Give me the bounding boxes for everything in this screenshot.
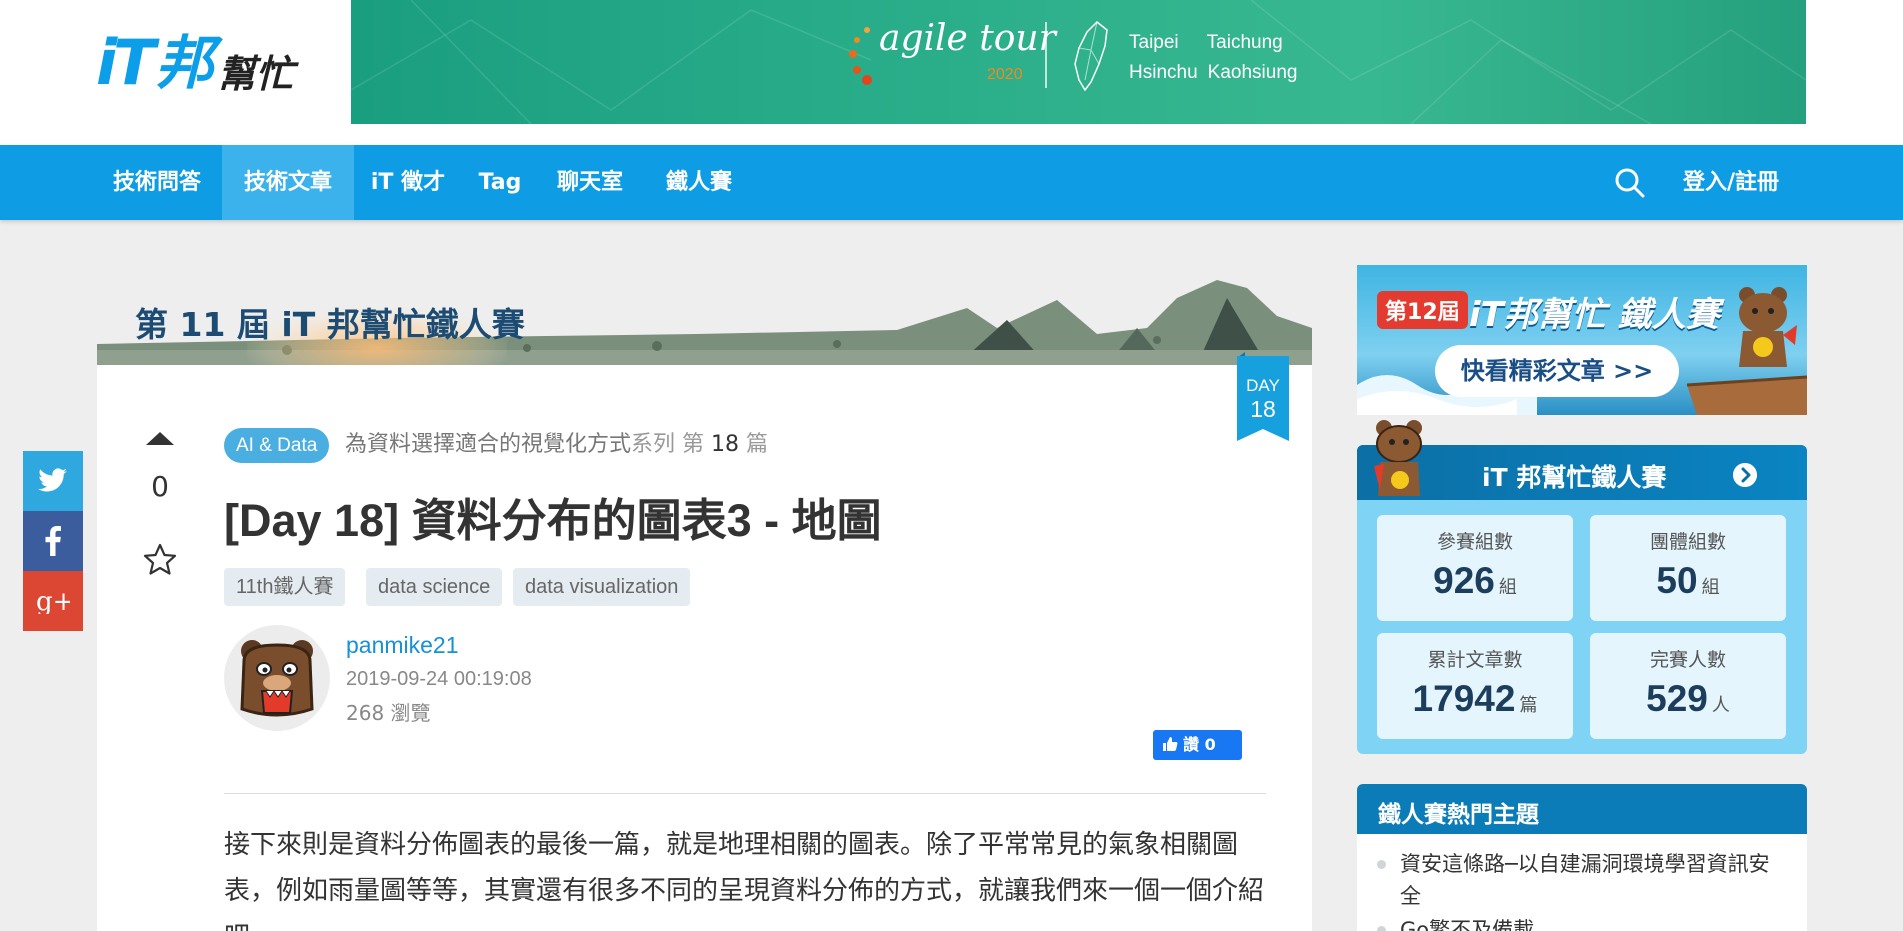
thumbs-up-icon	[1163, 737, 1178, 751]
banner-event-name: agile tour	[879, 18, 1056, 59]
bookmark-star-icon[interactable]	[143, 543, 177, 575]
taiwan-map-icon	[1074, 20, 1108, 92]
nav-item-chatroom[interactable]: 聊天室	[544, 145, 636, 220]
nav-item-qa[interactable]: 技術問答	[94, 145, 220, 220]
series-link[interactable]: 為資料選擇適合的視覺化方式	[345, 432, 631, 457]
ad-edition-number: 12	[1407, 300, 1438, 325]
day-badge: DAY 18	[1237, 356, 1289, 440]
episode-suffix: 篇	[746, 432, 769, 457]
upvote-arrow-icon[interactable]	[146, 432, 174, 445]
stat-value: 926	[1433, 560, 1495, 601]
nav-item-jobs[interactable]: iT 徵才	[356, 145, 460, 220]
like-label: 讚	[1183, 735, 1200, 754]
nav-item-ironman[interactable]: 鐵人賽	[652, 145, 746, 220]
hot-topic-item[interactable]: Go繁不及備載	[1400, 914, 1780, 931]
logo-it: iT	[96, 26, 156, 99]
nav-item-tag[interactable]: Tag	[460, 145, 540, 220]
banner-cities: Taipei Taichung Hsinchu Kaohsiung	[1129, 28, 1325, 88]
series-info: 為資料選擇適合的視覺化方式系列 第 18 篇	[345, 430, 768, 460]
series-word: 系列	[631, 432, 676, 457]
ad-title: iT邦幫忙 鐵人賽	[1469, 295, 1720, 335]
agile-tour-banner[interactable]: agile tour 2020 Taipei Taichung Hsinchu Ka…	[351, 0, 1806, 124]
stat-label: 團體組數	[1649, 531, 1726, 553]
search-icon[interactable]	[1614, 167, 1646, 199]
like-count: 0	[1204, 735, 1216, 754]
author-name-link[interactable]: panmike21	[346, 632, 459, 659]
twitter-share-button[interactable]	[23, 451, 83, 511]
twitter-icon	[38, 468, 67, 492]
facebook-like-button[interactable]: 讚 0	[1153, 730, 1242, 760]
tag-11th-ironman[interactable]: 11th鐵人賽	[224, 568, 346, 606]
logo-bang: 邦	[155, 29, 214, 97]
article-body: 接下來則是資料分佈圖表的最後一篇，就是地理相關的圖表。除了平常常見的氣象相關圖表…	[224, 830, 1265, 931]
facebook-icon	[45, 526, 61, 556]
ironman-panel-title[interactable]: iT 邦幫忙鐵人賽	[1482, 458, 1666, 494]
list-bullet	[1377, 926, 1386, 931]
stat-value: 50	[1656, 560, 1698, 601]
post-date: 2019-09-24 00:19:08	[346, 668, 532, 690]
stat-value: 529	[1646, 678, 1708, 719]
top-header: iT 邦 幫忙 agile tour 2020 Taipei Taichung …	[0, 0, 1903, 145]
facebook-share-button[interactable]	[23, 511, 83, 571]
site-logo[interactable]: iT 邦 幫忙	[96, 28, 326, 98]
episode-prefix: 第	[682, 432, 705, 457]
stat-unit: 人	[1711, 695, 1730, 716]
author-avatar[interactable]	[224, 625, 330, 731]
stat-value: 17942	[1412, 678, 1516, 719]
google-plus-icon: g+	[36, 588, 70, 614]
tag-data-visualization[interactable]: data visualization	[513, 568, 691, 606]
bear-mascot-icon	[1374, 420, 1422, 496]
nav-item-articles[interactable]: 技術文章	[222, 145, 354, 220]
stat-unit: 組	[1498, 577, 1517, 598]
article-divider	[224, 793, 1266, 794]
ironman-edition-title: 第 11 屆 iT 邦幫忙鐵人賽	[135, 305, 525, 344]
view-count: 268 瀏覽	[346, 701, 431, 725]
city: Taichung	[1206, 32, 1283, 53]
day-number: 18	[1250, 396, 1276, 422]
ad-edition-suffix: 屆	[1437, 300, 1460, 325]
stat-unit: 組	[1701, 577, 1720, 598]
stat-label: 完賽人數	[1649, 649, 1726, 671]
login-register-link[interactable]: 登入/註冊	[1683, 145, 1779, 220]
stat-participants: 參賽組數 926 組	[1377, 515, 1573, 621]
svg-text:g+: g+	[36, 588, 70, 614]
episode-number: 18	[711, 432, 740, 457]
stat-unit: 篇	[1519, 695, 1538, 716]
day-label: DAY	[1246, 376, 1280, 395]
google-plus-share-button[interactable]: g+	[23, 571, 83, 631]
city: Hsinchu	[1129, 62, 1198, 83]
stat-articles: 累計文章數 17942 篇	[1377, 633, 1573, 739]
stat-label: 累計文章數	[1427, 649, 1523, 671]
ad-read-articles-button[interactable]: 快看精彩文章 >>	[1435, 345, 1679, 397]
ad-edition-prefix: 第	[1385, 300, 1408, 325]
stat-teams: 團體組數 50 組	[1590, 515, 1786, 621]
day-badge-tail	[1237, 429, 1289, 441]
bear-avatar-icon	[240, 640, 314, 717]
logo-help: 幫忙	[217, 51, 294, 96]
city: Taipei	[1129, 32, 1179, 53]
tag-data-science[interactable]: data science	[366, 568, 503, 606]
ironman-12-ad[interactable]: 第12屆 iT邦幫忙 鐵人賽 快看精彩文章 >>	[1357, 265, 1807, 415]
chevron-right-icon[interactable]	[1733, 463, 1757, 487]
stat-finishers: 完賽人數 529 人	[1590, 633, 1786, 739]
hot-topics-title: 鐵人賽熱門主題	[1378, 802, 1539, 828]
ironman-header-banner: 第 11 屆 iT 邦幫忙鐵人賽	[97, 268, 1312, 365]
article-title: [Day 18] 資料分布的圖表3 - 地圖	[224, 495, 882, 546]
vote-count: 0	[151, 470, 169, 503]
ad-edition-badge: 第12屆	[1377, 291, 1468, 329]
category-pill[interactable]: AI & Data	[224, 428, 330, 463]
stat-label: 參賽組數	[1436, 531, 1513, 553]
banner-divider	[1045, 22, 1047, 88]
main-navbar: 技術問答 技術文章 iT 徵才 Tag 聊天室 鐵人賽 登入/註冊	[0, 145, 1903, 220]
banner-year: 2020	[987, 66, 1023, 83]
city: Kaohsiung	[1207, 62, 1298, 83]
bear-mascot-icon	[1739, 287, 1797, 367]
list-bullet	[1377, 860, 1386, 869]
hot-topic-item[interactable]: 資安這條路─以自建漏洞環境學習資訊安全	[1400, 848, 1780, 912]
